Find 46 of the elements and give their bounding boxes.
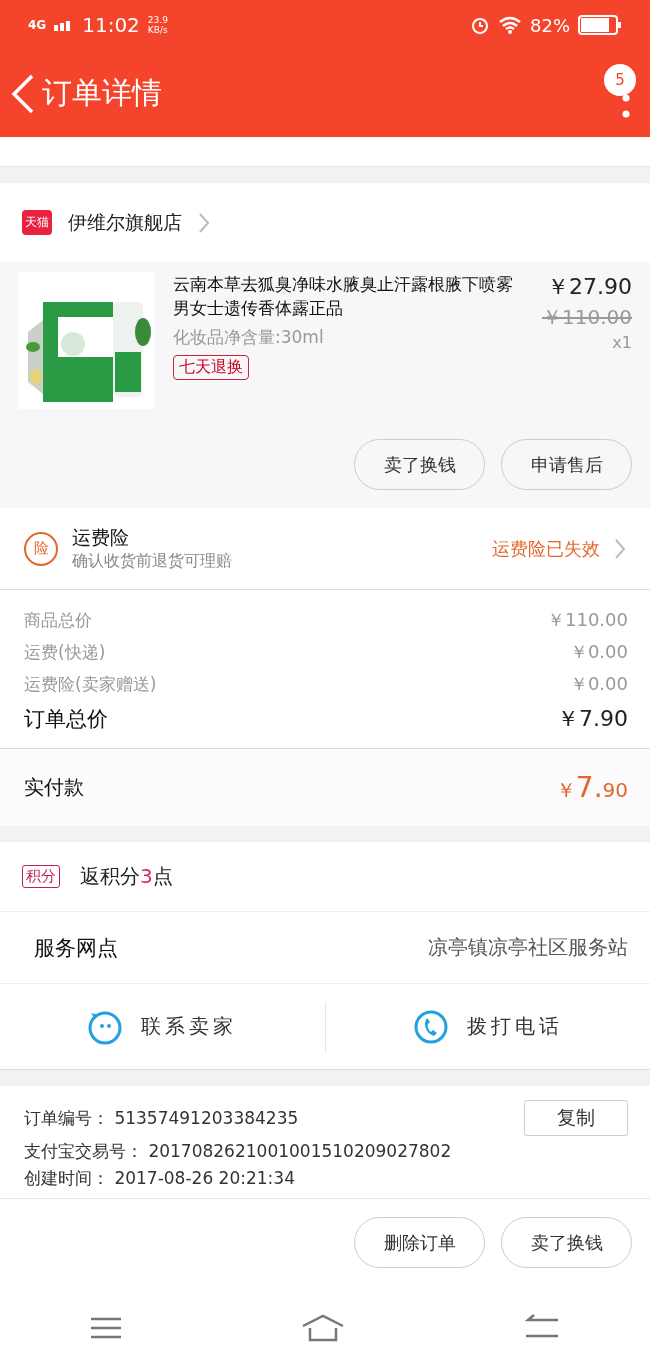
chevron-right-icon — [198, 211, 210, 234]
fee-value: ￥110.00 — [547, 608, 628, 632]
battery-percent: 82% — [530, 14, 570, 36]
speed-value: 23.9 — [147, 15, 168, 25]
alarm-icon — [470, 15, 490, 35]
service-value: 凉亭镇凉亭社区服务站 — [428, 934, 628, 961]
page-title: 订单详情 — [42, 74, 162, 112]
insurance-subtitle: 确认收货前退货可理赔 — [72, 551, 233, 572]
return-tag: 七天退换 — [173, 355, 249, 380]
points-text: 返积分3点 — [80, 863, 173, 890]
order-info-text: 订单编号： 51357491203384235 — [24, 1106, 300, 1130]
product-spec: 化妆品净含量:30ml — [173, 326, 325, 349]
insurance-title: 运费险 — [72, 525, 130, 550]
fee-value: ￥0.00 — [569, 672, 628, 696]
fee-value: ￥7.90 — [557, 705, 628, 733]
more-icon[interactable] — [622, 93, 630, 120]
back-icon[interactable] — [10, 73, 36, 114]
fee-label: 订单总价 — [24, 706, 108, 733]
order-info-text: 支付宝交易号： 2017082621001001510209027802 — [24, 1140, 453, 1163]
quantity: x1 — [612, 333, 632, 352]
paid-label: 实付款 — [24, 774, 84, 801]
phone-icon — [412, 1008, 449, 1045]
wifi-icon — [498, 16, 522, 34]
order-info-text: 创建时间： 2017-08-26 20:21:34 — [24, 1167, 296, 1190]
network-label: 4G — [28, 18, 47, 32]
fee-value: ￥0.00 — [569, 640, 628, 664]
tmall-tag: 天猫 — [22, 210, 52, 235]
copy-button[interactable]: 复制 — [524, 1100, 628, 1136]
speed-unit: KB/s — [147, 25, 168, 35]
product-price: ￥27.90 — [547, 273, 632, 301]
insurance-icon: 险 — [24, 531, 58, 566]
store-name[interactable]: 伊维尔旗舰店 — [68, 209, 182, 236]
fee-label: 运费险(卖家赠送) — [24, 672, 157, 696]
fee-label: 商品总价 — [24, 608, 92, 632]
clock-time: 11:02 — [82, 13, 140, 37]
paid-amount: ￥7.90 — [555, 771, 628, 804]
service-label: 服务网点 — [33, 934, 119, 962]
original-price: ￥110.00 — [542, 304, 632, 331]
fee-label: 运费(快递) — [24, 640, 106, 664]
product-title[interactable]: 云南本草去狐臭净味水腋臭止汗露根腋下喷雾男女士遗传香体露正品 — [173, 272, 524, 320]
points-tag: 积分 — [22, 865, 60, 888]
battery-icon — [578, 15, 622, 35]
contact-button[interactable]: 拨打电话 — [325, 1007, 650, 1046]
contact-button[interactable]: 联系卖家 — [0, 1007, 325, 1046]
notification-badge: 5 — [604, 63, 636, 96]
chevron-right-icon — [614, 537, 626, 560]
